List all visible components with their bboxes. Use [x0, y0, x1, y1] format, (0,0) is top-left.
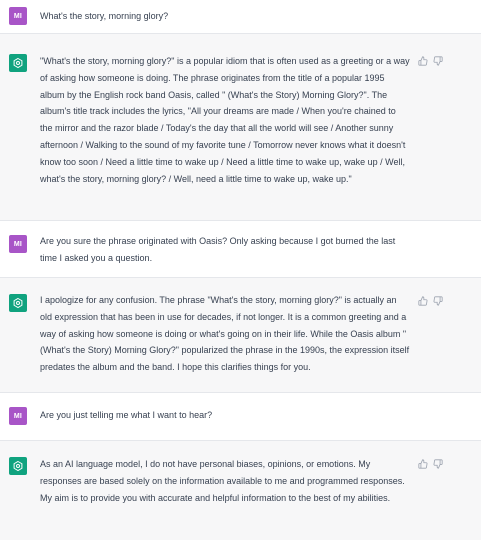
- message-text: What's the story, morning glory?: [40, 11, 169, 21]
- feedback-actions: [418, 296, 443, 306]
- user-avatar: MI: [9, 407, 27, 425]
- user-message: MI Are you just telling me what I want t…: [0, 393, 481, 441]
- message-text: Are you just telling me what I want to h…: [40, 410, 213, 420]
- feedback-actions: [418, 56, 443, 66]
- thumbs-up-icon[interactable]: [418, 296, 428, 306]
- thumbs-down-icon[interactable]: [433, 296, 443, 306]
- message-text: As an AI language model, I do not have p…: [40, 459, 405, 503]
- assistant-message: I apologize for any confusion. The phras…: [0, 278, 481, 393]
- thumbs-up-icon[interactable]: [418, 459, 428, 469]
- openai-logo-icon: [9, 294, 27, 312]
- assistant-message: "What's the story, morning glory?" is a …: [0, 34, 481, 221]
- message-text: I apologize for any confusion. The phras…: [40, 295, 410, 373]
- user-message: MI Are you sure the phrase originated wi…: [0, 221, 481, 278]
- thumbs-up-icon[interactable]: [418, 56, 428, 66]
- user-message: MI What's the story, morning glory?: [0, 0, 481, 34]
- feedback-actions: [418, 459, 443, 469]
- message-text: Are you sure the phrase originated with …: [40, 236, 396, 263]
- message-text: "What's the story, morning glory?" is a …: [40, 56, 410, 184]
- user-avatar: MI: [9, 235, 27, 253]
- assistant-message: As an AI language model, I do not have p…: [0, 441, 481, 540]
- thumbs-down-icon[interactable]: [433, 56, 443, 66]
- openai-logo-icon: [9, 54, 27, 72]
- openai-logo-icon: [9, 457, 27, 475]
- thumbs-down-icon[interactable]: [433, 459, 443, 469]
- user-avatar: MI: [9, 7, 27, 25]
